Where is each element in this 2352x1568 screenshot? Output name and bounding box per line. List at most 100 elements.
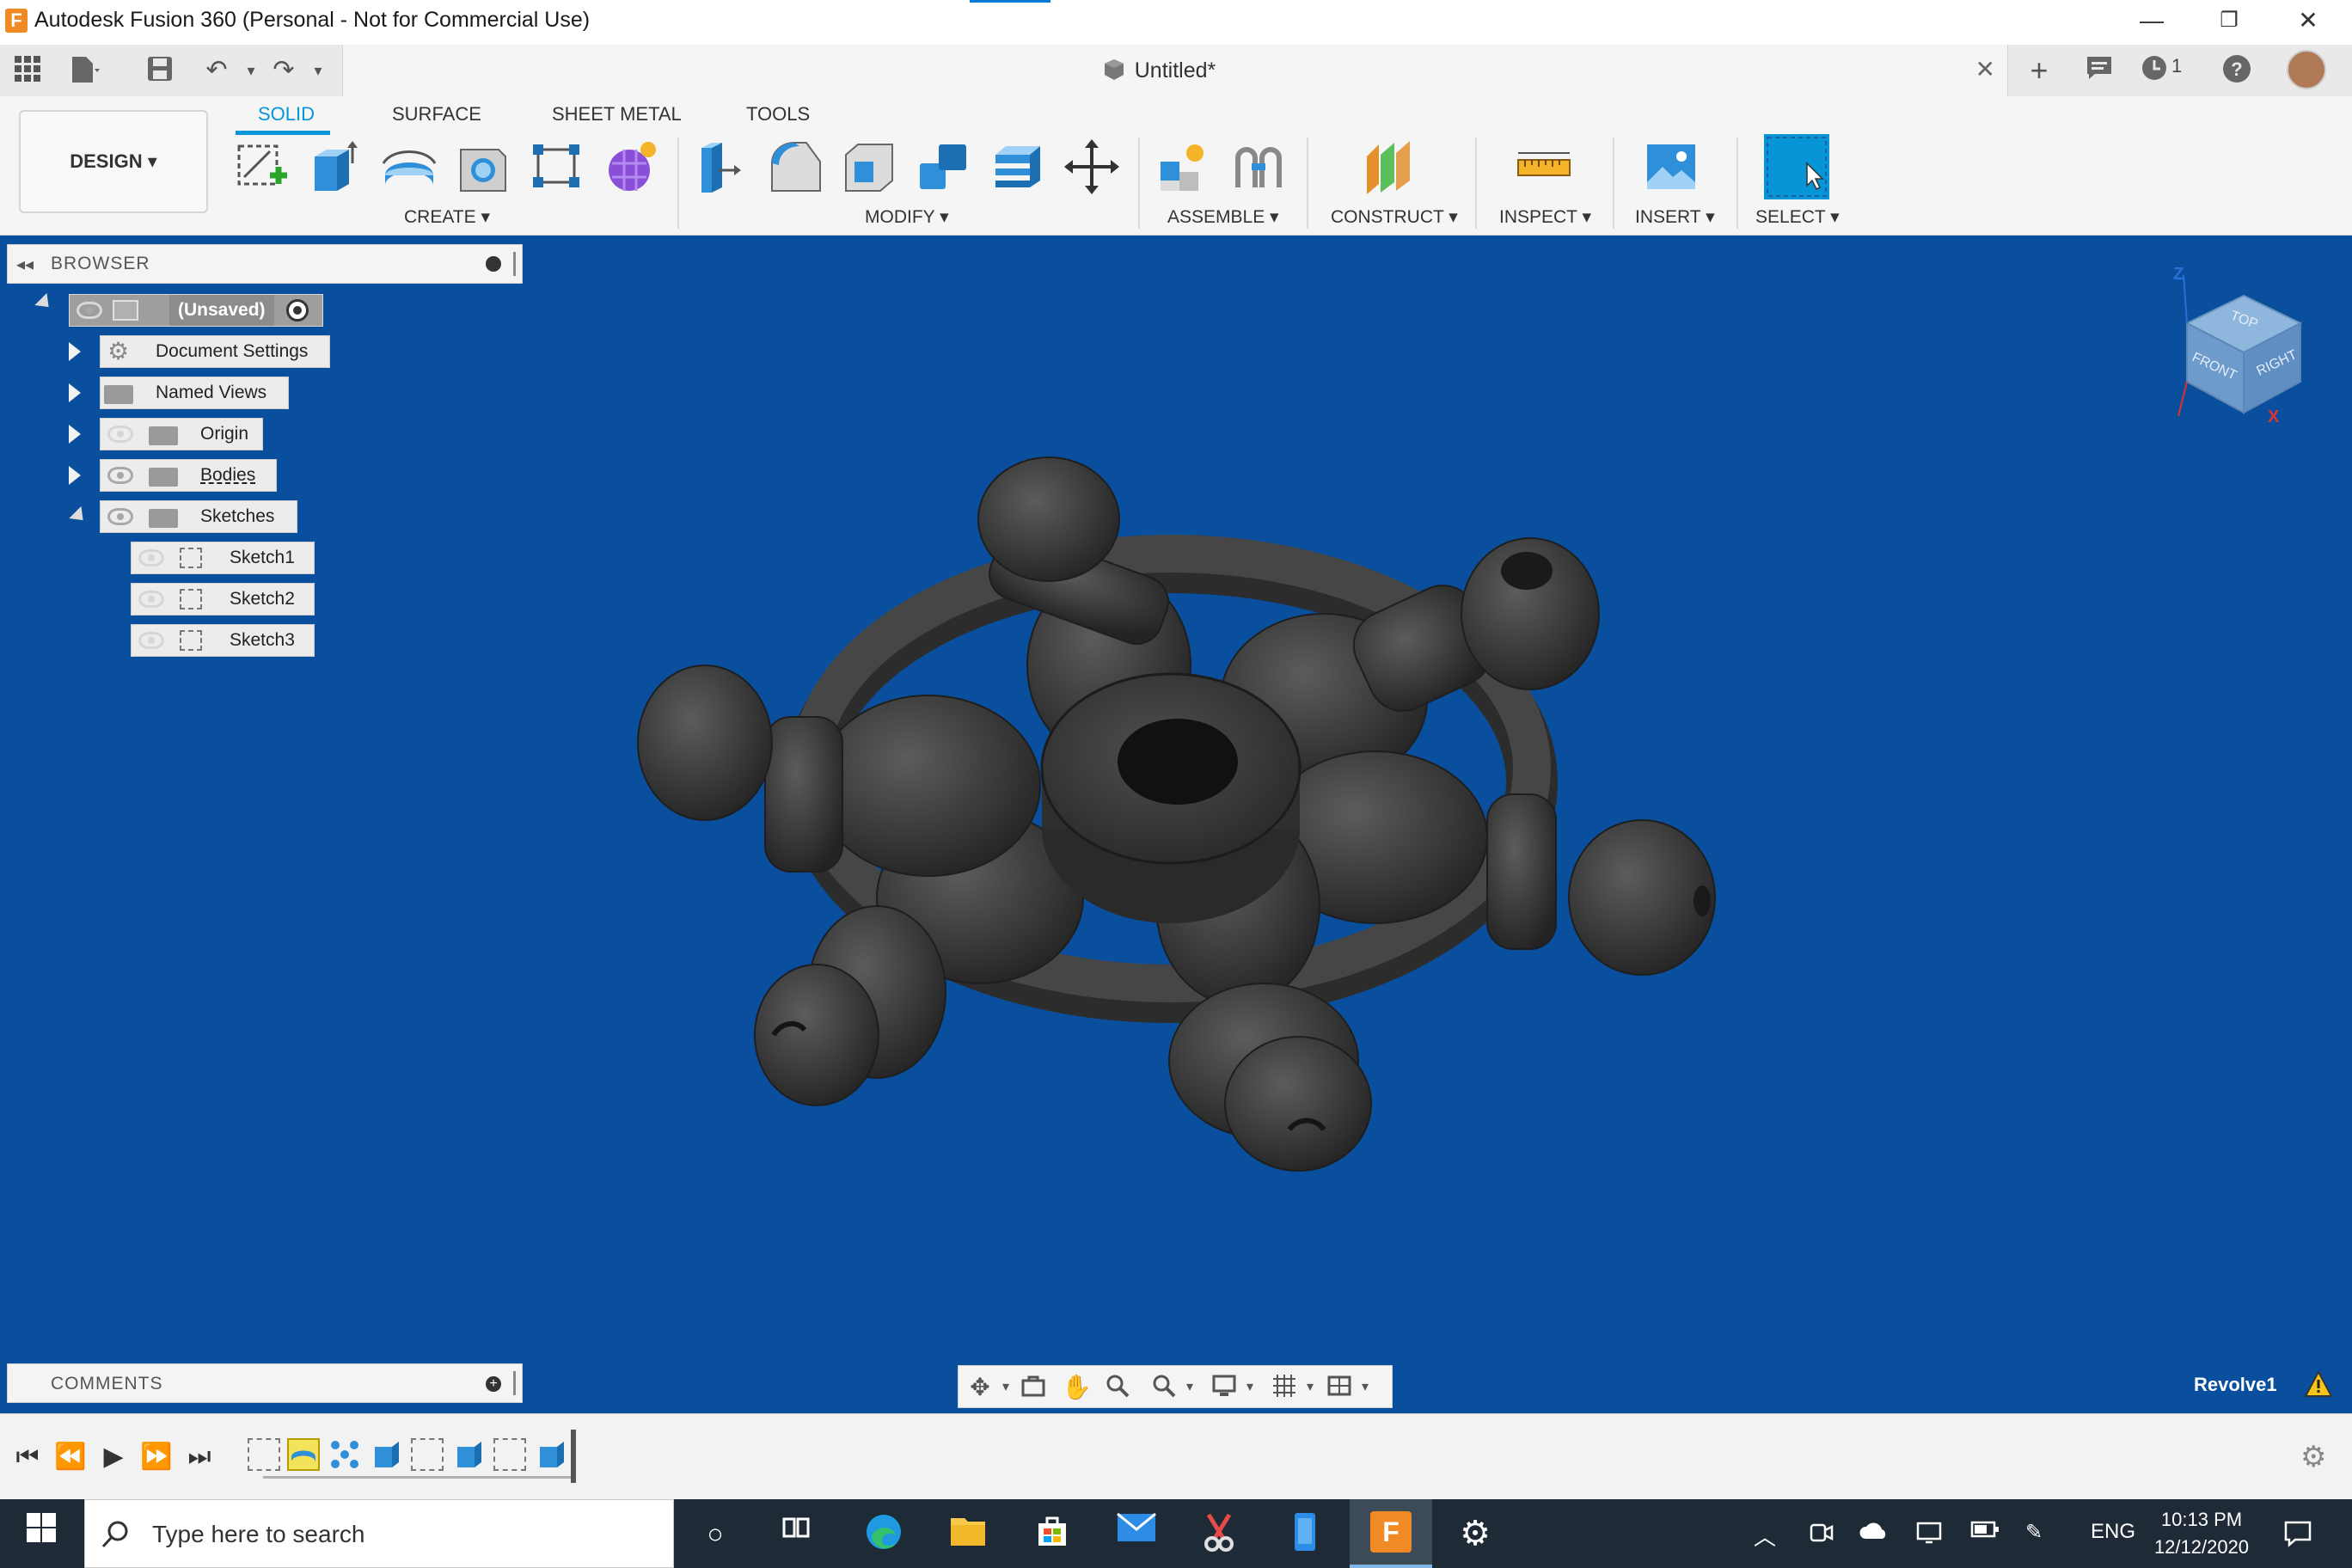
display-settings-icon[interactable] [1210, 1373, 1239, 1402]
display-dropdown-icon[interactable]: ▾ [1235, 1373, 1265, 1402]
browser-root-node[interactable]: (Unsaved) [69, 294, 323, 327]
construct-group-label[interactable]: CONSTRUCT ▾ [1331, 206, 1458, 228]
expand-named-views-icon[interactable] [69, 383, 81, 402]
onedrive-cloud-icon[interactable] [1859, 1520, 1890, 1548]
windows-start-icon[interactable] [17, 1511, 65, 1556]
grid-snaps-icon[interactable] [1270, 1373, 1299, 1402]
user-avatar[interactable] [2287, 50, 2326, 89]
expand-bodies-icon[interactable] [69, 466, 81, 485]
go-to-end-icon[interactable]: ⏭ [182, 1442, 217, 1473]
edge-browser-icon[interactable] [860, 1511, 908, 1556]
timeline-sketch-feature-icon[interactable] [248, 1438, 280, 1471]
tab-tools[interactable]: TOOLS [746, 103, 810, 126]
expand-origin-icon[interactable] [69, 425, 81, 444]
play-icon[interactable]: ▶ [96, 1442, 131, 1473]
browser-node-sketch3[interactable]: Sketch3 [131, 624, 315, 657]
browser-node-sketch2[interactable]: Sketch2 [131, 583, 315, 616]
offset-plane-icon[interactable] [1362, 138, 1420, 196]
action-center-icon[interactable] [2283, 1520, 2312, 1553]
timeline-pattern-feature-icon[interactable] [328, 1438, 361, 1471]
visibility-eye-icon[interactable] [138, 632, 164, 649]
cortana-icon[interactable]: ○ [691, 1511, 739, 1556]
redo-icon[interactable]: ↷ [266, 53, 301, 88]
tab-sheet-metal[interactable]: SHEET METAL [552, 103, 682, 126]
settings-gear-icon[interactable]: ⚙ [1451, 1511, 1499, 1556]
modify-group-label[interactable]: MODIFY ▾ [865, 206, 949, 228]
fillet-icon[interactable] [767, 138, 825, 196]
mail-icon[interactable] [1112, 1511, 1161, 1556]
inspect-group-label[interactable]: INSPECT ▾ [1499, 206, 1591, 228]
timeline-revolve-feature-icon[interactable] [287, 1438, 320, 1471]
warning-icon[interactable] [2304, 1369, 2333, 1402]
taskbar-search-box[interactable]: Type here to search [84, 1499, 674, 1568]
3d-viewport[interactable]: Z X TOP FRONT RIGHT [0, 236, 2352, 1413]
new-component-icon[interactable] [1155, 138, 1214, 196]
snip-sketch-icon[interactable] [1195, 1511, 1243, 1556]
browser-pin-handle[interactable] [513, 252, 516, 276]
extrude-icon[interactable] [306, 138, 364, 196]
assemble-group-label[interactable]: ASSEMBLE ▾ [1167, 206, 1279, 228]
fusion-taskbar-button[interactable]: F [1350, 1499, 1432, 1568]
go-to-start-icon[interactable]: ⏮ [10, 1442, 45, 1473]
zoom-dropdown-icon[interactable]: ▾ [1175, 1373, 1204, 1402]
redo-dropdown-icon[interactable]: ▾ [301, 53, 335, 88]
insert-group-label[interactable]: INSERT ▾ [1635, 206, 1715, 228]
undo-icon[interactable]: ↶ [199, 53, 234, 88]
file-explorer-icon[interactable] [944, 1511, 992, 1556]
undo-dropdown-icon[interactable]: ▾ [234, 53, 268, 88]
visibility-eye-icon[interactable] [107, 467, 133, 484]
visibility-eye-icon[interactable] [138, 549, 164, 567]
close-tab-icon[interactable]: ✕ [1975, 55, 1995, 83]
notifications-icon[interactable] [2082, 53, 2116, 88]
network-icon[interactable] [1915, 1520, 1943, 1552]
insert-image-icon[interactable] [1642, 138, 1700, 196]
create-sketch-icon[interactable] [232, 138, 291, 196]
combine-icon[interactable] [915, 138, 973, 196]
timeline-marker[interactable] [571, 1430, 576, 1483]
timeline-extrude2-feature-icon[interactable] [452, 1438, 485, 1471]
browser-options-icon[interactable] [486, 256, 501, 272]
joint-icon[interactable] [1229, 138, 1288, 196]
create-form-icon[interactable] [602, 138, 660, 196]
microsoft-store-icon[interactable] [1028, 1511, 1076, 1556]
restore-button[interactable]: ❐ [2190, 0, 2268, 43]
tab-surface[interactable]: SURFACE [392, 103, 481, 126]
shell-icon[interactable] [841, 138, 899, 196]
task-view-icon[interactable] [772, 1511, 820, 1556]
help-icon[interactable]: ? [2220, 53, 2254, 88]
hole-icon[interactable] [454, 138, 512, 196]
pattern-icon[interactable] [528, 138, 586, 196]
grid-dropdown-icon[interactable]: ▾ [1295, 1373, 1325, 1402]
step-back-icon[interactable]: ⏪ [53, 1442, 88, 1473]
input-language[interactable]: ENG [2091, 1520, 2135, 1544]
look-at-icon[interactable] [1019, 1373, 1048, 1402]
select-group-label[interactable]: SELECT ▾ [1755, 206, 1840, 228]
file-menu-icon[interactable] [67, 53, 101, 88]
data-panel-grid-icon[interactable] [10, 53, 45, 88]
browser-node-bodies[interactable]: Bodies [100, 459, 277, 492]
step-forward-icon[interactable]: ⏩ [139, 1442, 174, 1473]
taskbar-clock[interactable]: 10:13 PM 12/12/2020 [2137, 1506, 2266, 1561]
expand-document-settings-icon[interactable] [69, 342, 81, 361]
workspace-switcher-button[interactable]: DESIGN ▾ [19, 110, 208, 213]
timeline-extrude3-feature-icon[interactable] [535, 1438, 567, 1471]
pan-hand-icon[interactable]: ✋ [1062, 1373, 1092, 1402]
browser-node-origin[interactable]: Origin [100, 418, 263, 450]
browser-node-sketch1[interactable]: Sketch1 [131, 542, 315, 574]
activate-radio-icon[interactable] [286, 299, 309, 322]
fit-icon[interactable] [1149, 1373, 1179, 1402]
visibility-eye-icon[interactable] [138, 591, 164, 608]
timeline-settings-gear-icon[interactable]: ⚙ [2300, 1440, 2326, 1474]
document-tab[interactable]: Untitled* ✕ [342, 45, 2008, 96]
viewports-dropdown-icon[interactable]: ▾ [1351, 1373, 1380, 1402]
move-copy-icon[interactable] [1063, 138, 1121, 196]
collapse-browser-icon[interactable]: ◂◂ [16, 254, 34, 275]
timeline-extrude-feature-icon[interactable] [370, 1438, 402, 1471]
orbit-icon[interactable]: ✥ [965, 1373, 995, 1402]
viewports-icon[interactable] [1325, 1373, 1354, 1402]
timeline-sketch2-feature-icon[interactable] [411, 1438, 444, 1471]
offset-face-icon[interactable] [989, 138, 1047, 196]
visibility-eye-icon[interactable] [77, 302, 102, 319]
timeline-sketch3-feature-icon[interactable] [493, 1438, 526, 1471]
revolve-icon[interactable] [380, 138, 438, 196]
